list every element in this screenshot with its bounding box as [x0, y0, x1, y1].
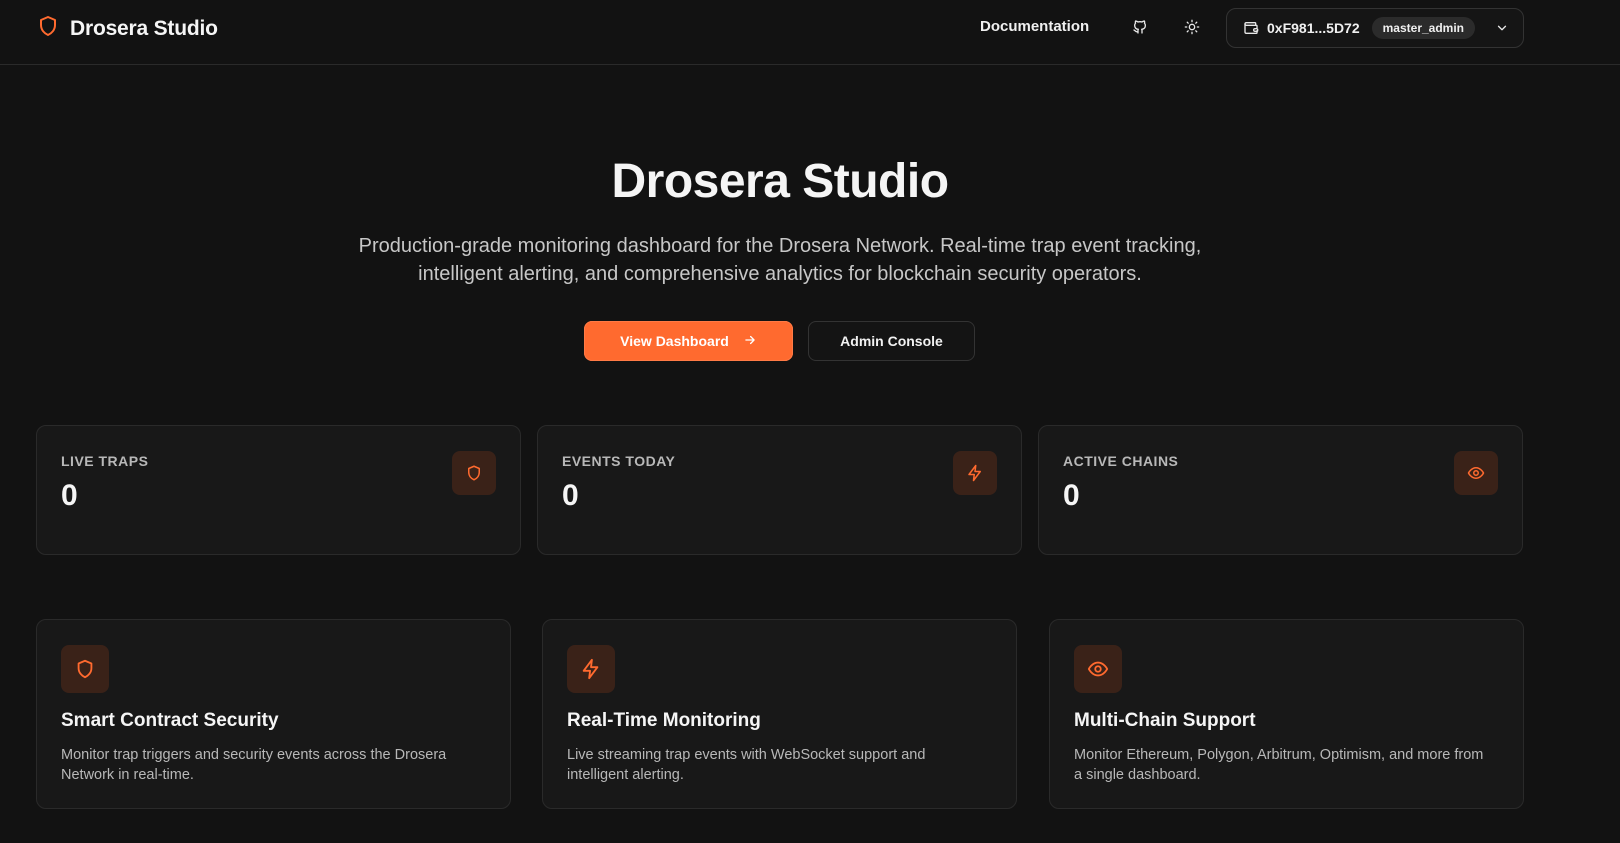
feature-description: Monitor trap triggers and security event… — [61, 747, 447, 783]
shield-icon — [452, 451, 496, 495]
wallet-address: 0xF981...5D72 — [1267, 20, 1360, 36]
feature-description: Live streaming trap events with WebSocke… — [567, 747, 926, 783]
hero-description: Production-grade monitoring dashboard fo… — [358, 235, 1202, 285]
feature-title: Multi-Chain Support — [1074, 710, 1256, 731]
role-badge: master_admin — [1371, 17, 1475, 39]
landing-page: Drosera Studio Documentation 0xF981...5D… — [0, 0, 1620, 843]
stat-card-live-traps: LIVE TRAPS 0 — [36, 425, 521, 555]
view-dashboard-label: View Dashboard — [620, 333, 729, 349]
brand-name: Drosera Studio — [70, 16, 218, 40]
stat-value: 0 — [562, 479, 579, 512]
sun-icon — [1184, 19, 1200, 40]
chevron-down-icon — [1495, 21, 1509, 35]
documentation-link[interactable]: Documentation — [980, 18, 1089, 38]
wallet-icon — [1243, 20, 1259, 36]
stat-value: 0 — [61, 479, 78, 512]
brand-logo[interactable]: Drosera Studio — [36, 14, 218, 43]
lightning-icon — [567, 645, 615, 693]
view-dashboard-button[interactable]: View Dashboard — [584, 321, 793, 361]
stat-label: ACTIVE CHAINS — [1063, 453, 1179, 469]
eye-icon — [1454, 451, 1498, 495]
stat-card-events-today: EVENTS TODAY 0 — [537, 425, 1022, 555]
hero-title: Drosera Studio — [611, 155, 949, 208]
feature-title: Real-Time Monitoring — [567, 710, 761, 731]
stat-card-active-chains: ACTIVE CHAINS 0 — [1038, 425, 1523, 555]
shield-icon — [36, 14, 60, 43]
stat-value: 0 — [1063, 479, 1080, 512]
github-icon — [1132, 19, 1148, 40]
wallet-account-menu[interactable]: 0xF981...5D72 master_admin — [1226, 8, 1524, 48]
feature-card-smart-contract-security: Smart Contract Security Monitor trap tri… — [36, 619, 511, 809]
arrow-right-icon — [743, 333, 757, 350]
eye-icon — [1074, 645, 1122, 693]
top-navbar: Drosera Studio Documentation 0xF981...5D… — [0, 0, 1620, 65]
shield-icon — [61, 645, 109, 693]
stat-label: EVENTS TODAY — [562, 453, 676, 469]
github-button[interactable] — [1127, 16, 1153, 42]
theme-toggle-button[interactable] — [1179, 16, 1205, 42]
feature-card-multi-chain-support: Multi-Chain Support Monitor Ethereum, Po… — [1049, 619, 1524, 809]
feature-title: Smart Contract Security — [61, 710, 279, 731]
lightning-icon — [953, 451, 997, 495]
feature-card-real-time-monitoring: Real-Time Monitoring Live streaming trap… — [542, 619, 1017, 809]
feature-description: Monitor Ethereum, Polygon, Arbitrum, Opt… — [1074, 747, 1484, 783]
stat-label: LIVE TRAPS — [61, 453, 149, 469]
admin-console-button[interactable]: Admin Console — [808, 321, 975, 361]
